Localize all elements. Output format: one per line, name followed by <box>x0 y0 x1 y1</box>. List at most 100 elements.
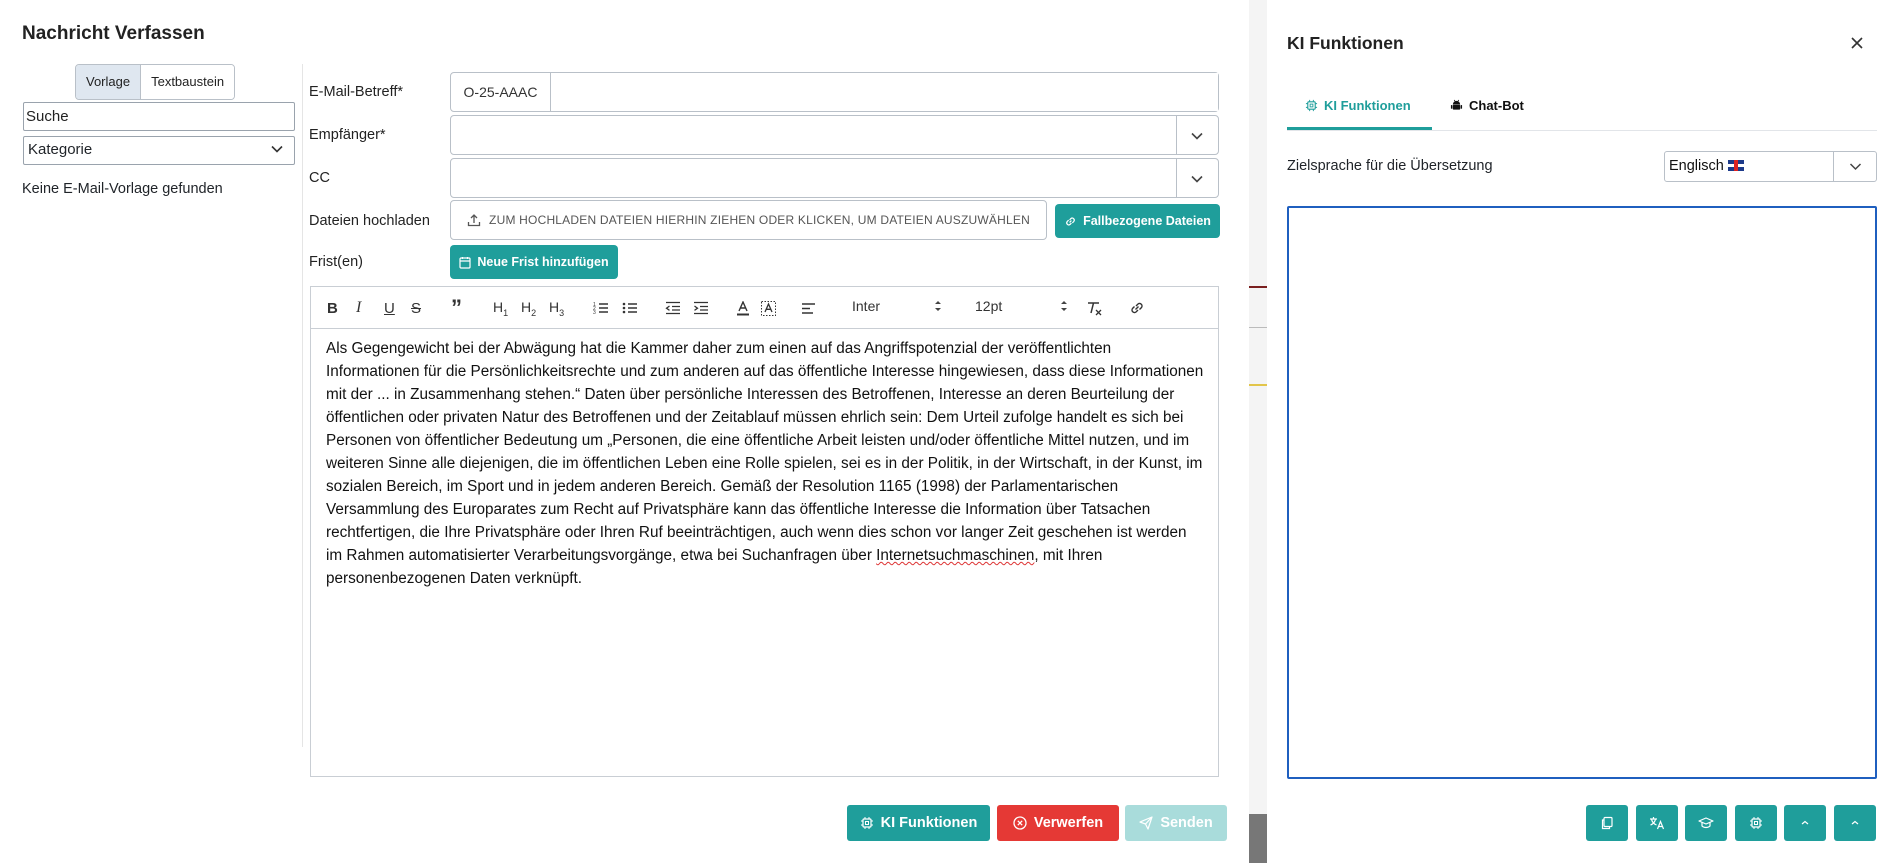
chevron-up-icon <box>1801 820 1809 825</box>
category-select-value: Kategorie <box>28 141 93 158</box>
heading-2-icon[interactable]: H2 <box>521 299 536 318</box>
background-app-strip <box>1249 0 1267 863</box>
clear-formatting-icon[interactable] <box>1087 299 1103 317</box>
calendar-icon <box>459 256 471 269</box>
recipient-select[interactable] <box>450 115 1219 155</box>
deadline-label: Frist(en) <box>309 254 363 270</box>
chevron-down-icon <box>1191 132 1203 140</box>
file-dropzone[interactable]: ZUM HOCHLADEN DATEIEN HIERHIN ZIEHEN ODE… <box>450 200 1047 240</box>
column-divider <box>302 64 303 747</box>
apply-up-button[interactable] <box>1834 805 1876 841</box>
tab-ki-functions[interactable]: KI Funktionen <box>1305 98 1411 113</box>
chevron-down-icon <box>1191 175 1203 183</box>
ki-functions-panel: KI Funktionen KI Funktionen Chat-Bot Zie… <box>1267 0 1901 863</box>
simplify-button[interactable] <box>1685 805 1727 841</box>
ai-output-textarea[interactable] <box>1287 206 1877 779</box>
translate-button[interactable] <box>1636 805 1678 841</box>
svg-text:3: 3 <box>593 310 596 315</box>
copy-icon <box>1601 816 1613 830</box>
blockquote-icon[interactable]: ” <box>451 297 462 319</box>
underline-icon[interactable]: U <box>384 299 395 317</box>
up-down-arrows-icon <box>934 299 942 316</box>
target-language-text: Englisch <box>1669 158 1724 174</box>
tab-ki-functions-label: KI Funktionen <box>1324 98 1411 113</box>
translate-icon <box>1650 817 1665 830</box>
recipient-dropdown-toggle[interactable] <box>1176 116 1218 154</box>
case-files-button[interactable]: Fallbezogene Dateien <box>1055 204 1220 238</box>
dialog-title: Nachricht Verfassen <box>22 23 205 44</box>
link-icon[interactable] <box>1129 299 1145 317</box>
close-circle-icon <box>1013 816 1027 830</box>
editor-text: Als Gegengewicht bei der Abwägung hat di… <box>326 340 1204 564</box>
cc-label: CC <box>309 170 330 186</box>
ordered-list-icon[interactable]: 123 <box>593 299 609 317</box>
compose-dialog: Nachricht Verfassen Vorlage Textbaustein… <box>0 0 1249 863</box>
template-tab-group: Vorlage Textbaustein <box>75 64 236 100</box>
background-line <box>1249 384 1267 386</box>
editor-content[interactable]: Als Gegengewicht bei der Abwägung hat di… <box>326 337 1206 590</box>
font-size-select[interactable]: 12pt <box>975 298 1068 316</box>
cc-dropdown-toggle[interactable] <box>1176 159 1218 197</box>
bullet-list-icon[interactable] <box>622 299 638 317</box>
font-size-value: 12pt <box>975 298 1003 314</box>
subject-prefix: O-25-AAAC <box>451 73 551 111</box>
subject-label: E-Mail-Betreff* <box>309 84 404 100</box>
add-deadline-button[interactable]: Neue Frist hinzufügen <box>450 245 618 279</box>
dropzone-text: ZUM HOCHLADEN DATEIEN HIERHIN ZIEHEN ODE… <box>489 213 1030 227</box>
align-left-icon[interactable] <box>801 299 816 317</box>
insert-up-button[interactable] <box>1784 805 1826 841</box>
tab-chat-bot-label: Chat-Bot <box>1469 98 1524 113</box>
heading-3-icon[interactable]: H3 <box>549 299 564 318</box>
close-icon[interactable] <box>1850 36 1864 55</box>
template-search-input[interactable] <box>23 102 295 131</box>
bold-icon[interactable]: B <box>327 299 338 317</box>
panel-tabs: KI Funktionen Chat-Bot <box>1287 90 1877 131</box>
highlight-color-icon[interactable] <box>761 299 776 317</box>
italic-icon[interactable]: I <box>356 299 361 317</box>
tab-textbaustein[interactable]: Textbaustein <box>141 65 235 99</box>
category-select[interactable]: Kategorie <box>23 136 295 165</box>
upload-label: Dateien hochladen <box>309 213 430 229</box>
ki-functions-button[interactable]: KI Funktionen <box>847 805 990 841</box>
chevron-down-icon <box>270 142 284 160</box>
target-language-select[interactable]: Englisch <box>1664 151 1877 182</box>
cc-select[interactable] <box>450 158 1219 198</box>
add-deadline-button-label: Neue Frist hinzufügen <box>477 255 609 269</box>
heading-1-icon[interactable]: H1 <box>493 299 508 318</box>
ai-generate-button[interactable] <box>1735 805 1777 841</box>
target-language-value: Englisch <box>1669 158 1744 174</box>
spellcheck-word: Internetsuchmaschinen <box>876 547 1035 564</box>
language-dropdown-toggle[interactable] <box>1833 152 1876 181</box>
outdent-icon[interactable] <box>665 299 681 317</box>
upload-icon <box>467 214 481 227</box>
target-language-label: Zielsprache für die Übersetzung <box>1287 158 1493 174</box>
discard-button[interactable]: Verwerfen <box>997 805 1119 841</box>
send-button[interactable]: Senden <box>1125 805 1227 841</box>
tab-chat-bot[interactable]: Chat-Bot <box>1450 98 1524 113</box>
discard-button-label: Verwerfen <box>1033 815 1104 831</box>
indent-icon[interactable] <box>693 299 709 317</box>
subject-field: O-25-AAAC <box>450 72 1219 112</box>
case-files-button-label: Fallbezogene Dateien <box>1083 214 1211 228</box>
chip-icon <box>1305 99 1318 112</box>
font-family-value: Inter <box>852 298 881 314</box>
subject-input[interactable] <box>551 73 1218 111</box>
chevron-up-icon <box>1851 820 1859 825</box>
chevron-down-icon <box>1849 163 1862 171</box>
copy-button[interactable] <box>1586 805 1628 841</box>
background-line <box>1249 327 1267 328</box>
font-family-select[interactable]: Inter <box>852 298 947 314</box>
up-down-arrows-icon <box>1060 299 1068 316</box>
strikethrough-icon[interactable]: S <box>411 299 421 317</box>
rich-text-editor: B I U S ” H1 H2 H3 123 Inter 12pt Als Ge… <box>310 286 1219 777</box>
chip-icon <box>1750 817 1762 829</box>
background-block <box>1249 814 1267 863</box>
tab-vorlage[interactable]: Vorlage <box>76 65 142 99</box>
panel-title: KI Funktionen <box>1287 33 1404 53</box>
graduation-cap-icon <box>1698 817 1714 829</box>
editor-toolbar: B I U S ” H1 H2 H3 123 Inter 12pt <box>311 287 1218 329</box>
ki-functions-button-label: KI Funktionen <box>880 815 978 831</box>
text-color-icon[interactable] <box>736 299 750 317</box>
active-tab-indicator <box>1287 127 1432 130</box>
send-icon <box>1139 816 1153 830</box>
